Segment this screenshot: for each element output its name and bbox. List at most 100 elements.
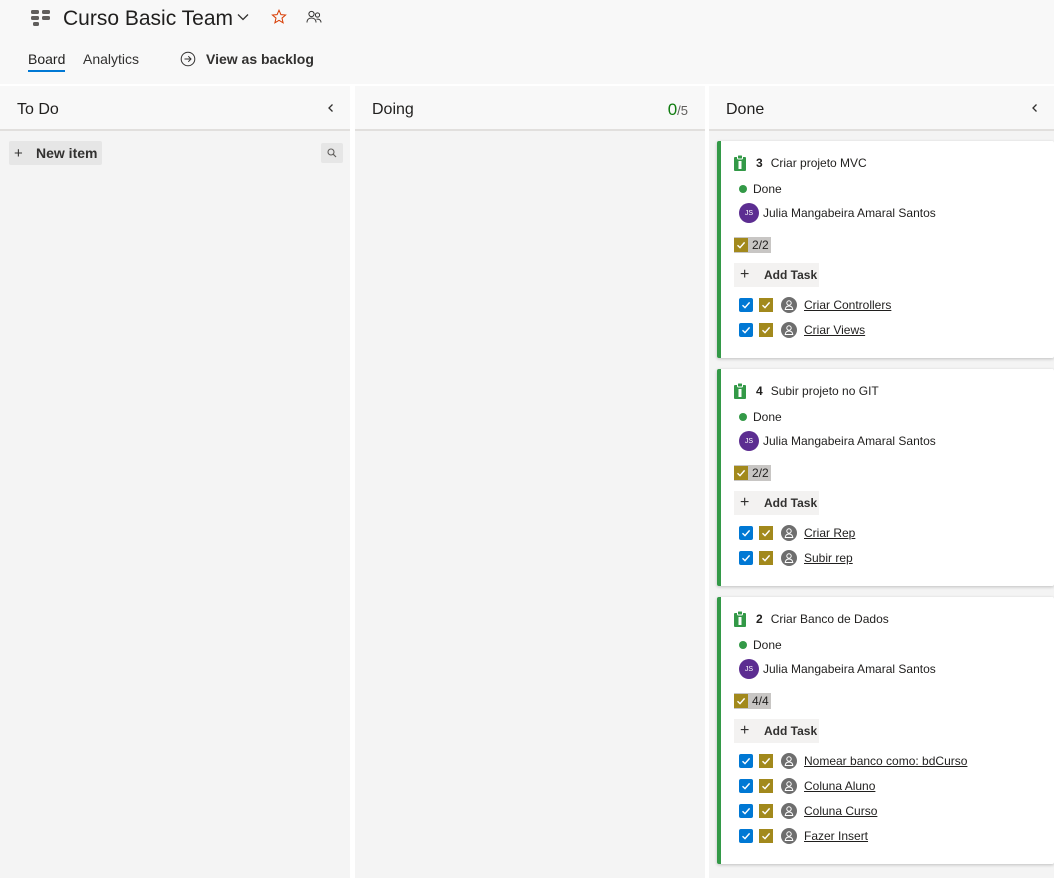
wip-current: 0 <box>667 100 678 119</box>
add-task-button[interactable]: + Add Task <box>734 719 819 743</box>
column-done: Done 3 Criar projeto MVC Done JS Julia M… <box>709 86 1054 878</box>
search-button[interactable] <box>321 143 343 163</box>
state-label: Done <box>753 638 782 652</box>
task-row: Fazer Insert <box>739 828 868 844</box>
state-field[interactable]: Done <box>739 181 782 197</box>
column-todo: To Do + New item <box>0 86 350 878</box>
task-title-link[interactable]: Coluna Aluno <box>804 779 875 793</box>
column-header: To Do <box>0 86 350 131</box>
task-checkbox[interactable] <box>739 754 753 768</box>
assignee-name: Julia Mangabeira Amaral Santos <box>763 206 936 220</box>
task-title-link[interactable]: Criar Views <box>804 323 865 337</box>
task-type-icon <box>759 298 773 312</box>
column-header: Doing 0/5 <box>355 86 705 131</box>
product-backlog-item-icon <box>734 383 746 399</box>
task-assignee-icon[interactable] <box>781 322 797 338</box>
assigned-to-field[interactable]: JS Julia Mangabeira Amaral Santos <box>739 431 936 451</box>
state-indicator <box>739 413 747 421</box>
task-checkbox[interactable] <box>739 323 753 337</box>
task-assignee-icon[interactable] <box>781 525 797 541</box>
work-item-title[interactable]: Criar Banco de Dados <box>771 612 889 626</box>
column-header: Done <box>709 86 1054 131</box>
task-row: Coluna Aluno <box>739 778 875 794</box>
team-members-icon[interactable] <box>306 10 322 25</box>
task-title-link[interactable]: Nomear banco como: bdCurso <box>804 754 967 768</box>
task-title-link[interactable]: Coluna Curso <box>804 804 877 818</box>
task-progress-toggle[interactable]: 2/2 <box>734 465 771 481</box>
avatar: JS <box>739 203 759 223</box>
work-item-card[interactable]: 4 Subir projeto no GIT Done JS Julia Man… <box>717 369 1054 586</box>
task-progress-toggle[interactable]: 2/2 <box>734 237 771 253</box>
column-title: To Do <box>17 101 59 118</box>
collapse-column-icon[interactable] <box>326 103 336 113</box>
view-as-backlog-button[interactable]: View as backlog <box>180 49 314 69</box>
task-assignee-icon[interactable] <box>781 297 797 313</box>
task-assignee-icon[interactable] <box>781 828 797 844</box>
task-checkbox[interactable] <box>739 526 753 540</box>
work-item-id: 2 <box>756 612 763 626</box>
add-task-button[interactable]: + Add Task <box>734 263 819 287</box>
active-tab-indicator <box>28 70 65 72</box>
task-checkbox[interactable] <box>739 298 753 312</box>
task-type-icon <box>759 551 773 565</box>
work-item-card[interactable]: 2 Criar Banco de Dados Done JS Julia Man… <box>717 597 1054 864</box>
task-assignee-icon[interactable] <box>781 550 797 566</box>
task-assignee-icon[interactable] <box>781 778 797 794</box>
task-title-link[interactable]: Criar Rep <box>804 526 855 540</box>
task-check-icon <box>734 694 748 708</box>
task-type-icon <box>759 754 773 768</box>
task-progress-toggle[interactable]: 4/4 <box>734 693 771 709</box>
task-check-icon <box>734 238 748 252</box>
task-row: Criar Rep <box>739 525 855 541</box>
work-item-title[interactable]: Subir projeto no GIT <box>771 384 879 398</box>
assigned-to-field[interactable]: JS Julia Mangabeira Amaral Santos <box>739 659 936 679</box>
tab-board[interactable]: Board <box>28 50 65 68</box>
task-checkbox[interactable] <box>739 551 753 565</box>
view-as-backlog-label: View as backlog <box>206 51 314 67</box>
plus-icon: + <box>740 494 750 511</box>
task-checkbox[interactable] <box>739 779 753 793</box>
state-field[interactable]: Done <box>739 637 782 653</box>
arrow-circle-right-icon <box>180 51 196 67</box>
team-title: Curso Basic Team <box>63 7 234 30</box>
task-type-icon <box>759 323 773 337</box>
task-assignee-icon[interactable] <box>781 803 797 819</box>
state-label: Done <box>753 182 782 196</box>
column-doing: Doing 0/5 <box>355 86 705 878</box>
work-item-id: 3 <box>756 156 763 170</box>
header: Curso Basic Team Board Analytics View as… <box>0 0 1054 84</box>
product-backlog-item-icon <box>734 611 746 627</box>
work-item-card[interactable]: 3 Criar projeto MVC Done JS Julia Mangab… <box>717 141 1054 358</box>
assigned-to-field[interactable]: JS Julia Mangabeira Amaral Santos <box>739 203 936 223</box>
task-progress: 4/4 <box>752 694 769 708</box>
search-icon <box>327 148 337 158</box>
board-icon <box>31 10 50 26</box>
tab-analytics[interactable]: Analytics <box>83 50 139 68</box>
task-row: Subir rep <box>739 550 853 566</box>
task-assignee-icon[interactable] <box>781 753 797 769</box>
task-title-link[interactable]: Criar Controllers <box>804 298 891 312</box>
plus-icon: + <box>740 266 750 283</box>
task-checkbox[interactable] <box>739 804 753 818</box>
product-backlog-item-icon <box>734 155 746 171</box>
work-item-title[interactable]: Criar projeto MVC <box>771 156 867 170</box>
task-row: Coluna Curso <box>739 803 877 819</box>
state-indicator <box>739 641 747 649</box>
collapse-column-icon[interactable] <box>1030 103 1040 113</box>
add-task-button[interactable]: + Add Task <box>734 491 819 515</box>
task-checkbox[interactable] <box>739 829 753 843</box>
new-item-button[interactable]: + New item <box>9 141 102 165</box>
state-label: Done <box>753 410 782 424</box>
task-title-link[interactable]: Subir rep <box>804 551 853 565</box>
new-item-label: New item <box>36 145 98 161</box>
column-title: Done <box>726 101 765 118</box>
wip-max: /5 <box>677 103 688 118</box>
plus-icon: + <box>14 144 23 162</box>
task-title-link[interactable]: Fazer Insert <box>804 829 868 843</box>
assignee-name: Julia Mangabeira Amaral Santos <box>763 434 936 448</box>
add-task-label: Add Task <box>764 496 818 510</box>
favorite-star-icon[interactable] <box>271 9 287 25</box>
chevron-down-icon[interactable] <box>236 10 250 24</box>
state-field[interactable]: Done <box>739 409 782 425</box>
task-type-icon <box>759 829 773 843</box>
